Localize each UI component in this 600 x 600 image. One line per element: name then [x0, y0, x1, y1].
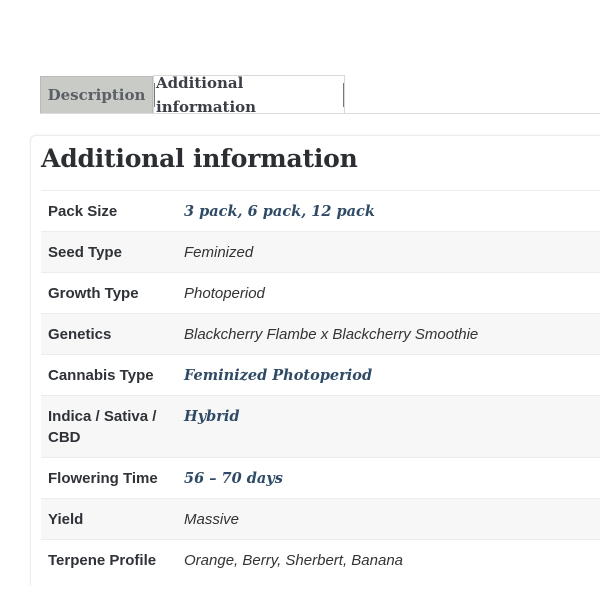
attribute-link[interactable]: 3 pack, 6 pack, 12 pack [184, 203, 375, 220]
attribute-text: Photoperiod [184, 285, 265, 302]
attribute-value: Blackcherry Flambe x Blackcherry Smoothi… [176, 314, 600, 355]
attribute-value: Orange, Berry, Sherbert, Banana [176, 540, 600, 581]
attribute-text: Feminized [184, 244, 254, 261]
panel-title: Additional information [41, 144, 358, 173]
attribute-value: Photoperiod [176, 273, 600, 314]
attribute-value: 3 pack, 6 pack, 12 pack [176, 191, 600, 232]
table-row: Pack Size 3 pack, 6 pack, 12 pack [41, 190, 600, 232]
attribute-link[interactable]: Hybrid [184, 408, 240, 425]
attribute-label: Terpene Profile [48, 552, 157, 569]
table-row: Flowering Time 56 – 70 days [41, 457, 600, 499]
table-row: Yield Massive [41, 498, 600, 540]
attribute-label: Cannabis Type [48, 367, 154, 384]
table-row: Indica / Sativa / CBD Hybrid [41, 395, 600, 458]
tab-description-label: Description [47, 86, 146, 104]
table-row: Cannabis Type Feminized Photoperiod [41, 354, 600, 396]
attribute-label: Seed Type [48, 244, 122, 261]
attribute-label: Pack Size [48, 203, 118, 220]
attribute-value: 56 – 70 days [176, 458, 600, 499]
table-row: Seed Type Feminized [41, 231, 600, 273]
attribute-label: Yield [48, 511, 84, 528]
attribute-label: Genetics [48, 326, 112, 343]
product-tabs: Description Additional information [40, 74, 345, 116]
tab-description[interactable]: Description [40, 76, 153, 113]
attribute-value: Feminized [176, 232, 600, 273]
tabs-divider [40, 113, 600, 114]
attribute-text: Massive [184, 511, 240, 528]
attribute-link[interactable]: Feminized Photoperiod [184, 367, 372, 384]
attribute-text: Blackcherry Flambe x Blackcherry Smoothi… [184, 326, 479, 343]
attribute-text: Orange, Berry, Sherbert, Banana [184, 552, 404, 569]
attribute-value: Hybrid [176, 396, 600, 458]
attribute-value: Massive [176, 499, 600, 540]
table-row: Terpene Profile Orange, Berry, Sherbert,… [41, 539, 600, 581]
additional-information-panel: Additional information Pack Size 3 pack,… [30, 135, 600, 586]
attribute-label: Indica / Sativa / CBD [48, 408, 157, 446]
attributes-table: Pack Size 3 pack, 6 pack, 12 pack Seed T… [41, 190, 600, 580]
attribute-label: Growth Type [48, 285, 139, 302]
attribute-link[interactable]: 56 – 70 days [184, 470, 283, 487]
table-row: Growth Type Photoperiod [41, 272, 600, 314]
tab-additional-information-label: Additional information [154, 74, 344, 116]
table-row: Genetics Blackcherry Flambe x Blackcherr… [41, 313, 600, 355]
tab-additional-information[interactable]: Additional information [153, 74, 345, 116]
attribute-label: Flowering Time [48, 470, 158, 487]
attribute-value: Feminized Photoperiod [176, 355, 600, 396]
